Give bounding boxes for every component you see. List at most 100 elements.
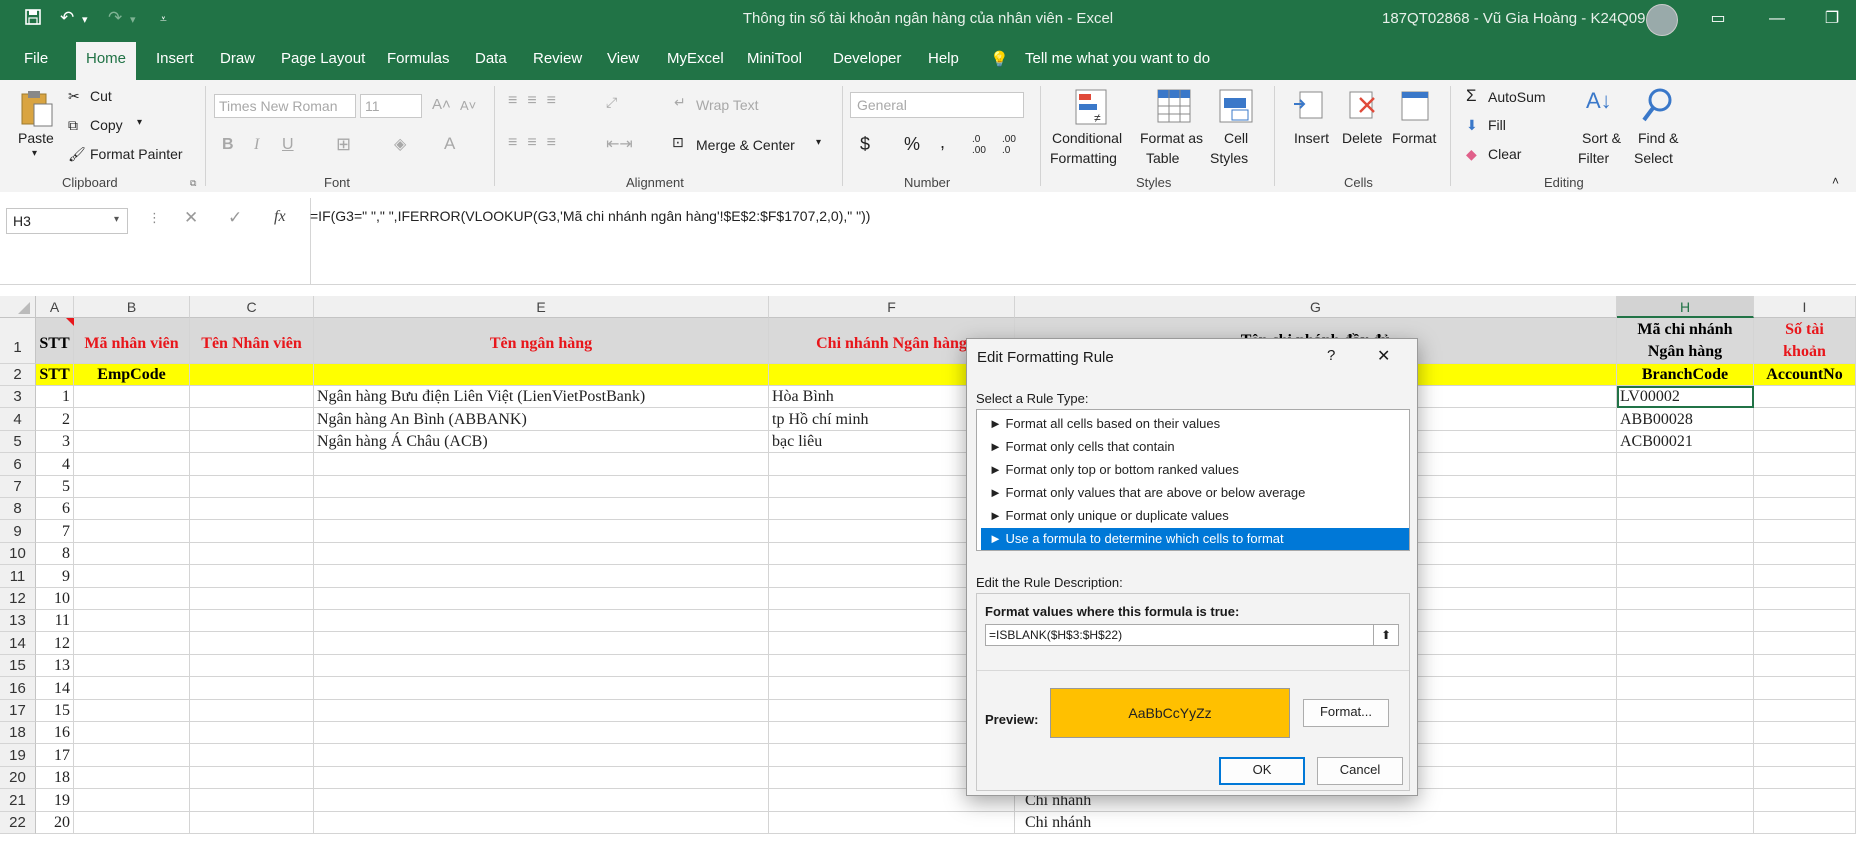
cell-bank-name[interactable] (314, 610, 769, 632)
select-all-corner[interactable] (0, 296, 36, 318)
cell-branch-code[interactable] (1617, 700, 1754, 722)
cell-emp-name[interactable] (190, 386, 314, 408)
cell-account-no[interactable] (1754, 520, 1856, 543)
format-as-table-icon[interactable] (1156, 88, 1192, 129)
cell-account-no[interactable] (1754, 476, 1856, 498)
insert-cells-icon[interactable] (1292, 88, 1326, 127)
collapse-ribbon-icon[interactable]: ˄ (1832, 174, 1839, 188)
cell-emp-name[interactable] (190, 767, 314, 789)
cell-account-no[interactable] (1754, 498, 1856, 520)
cell-stt[interactable]: 4 (36, 453, 74, 476)
row-header[interactable]: 11 (0, 565, 36, 588)
tab-view[interactable]: View (607, 50, 639, 67)
cell-branch-code[interactable] (1617, 543, 1754, 565)
cut-icon[interactable]: ✂ (68, 88, 80, 105)
fill-color-icon[interactable]: ◈ (394, 134, 406, 154)
conditional-formatting-button[interactable]: Conditional (1052, 130, 1122, 146)
cell-emp-code[interactable] (74, 677, 190, 700)
indent-icons[interactable]: ⇤⇥ (606, 134, 633, 154)
cell-styles-button[interactable]: Cell (1224, 130, 1248, 146)
cell-emp-name[interactable] (190, 588, 314, 610)
cell-account-no[interactable] (1754, 767, 1856, 789)
cell-branch-code[interactable] (1617, 722, 1754, 744)
number-format-select[interactable]: General (850, 92, 1024, 118)
cell-stt[interactable]: 16 (36, 722, 74, 744)
formula-field[interactable]: =ISBLANK($H$3:$H$22) ⬆ (985, 624, 1399, 646)
paste-icon[interactable] (18, 88, 54, 131)
cell-branch-code[interactable] (1617, 610, 1754, 632)
cell-branch-code[interactable] (1617, 476, 1754, 498)
cell-bank-name[interactable] (314, 543, 769, 565)
cell-branch-code[interactable] (1617, 812, 1754, 834)
cell-account-no[interactable] (1754, 789, 1856, 812)
increase-decimal-icon[interactable]: .0.00 (972, 134, 986, 156)
autosum-icon[interactable]: Σ (1466, 86, 1477, 106)
help-button[interactable]: ? (1327, 347, 1335, 364)
tab-review[interactable]: Review (533, 50, 582, 67)
tab-minitool[interactable]: MiniTool (747, 50, 802, 67)
format-as-table-button[interactable]: Format as (1140, 130, 1203, 146)
insert-button[interactable]: Insert (1294, 130, 1329, 146)
row-header[interactable]: 18 (0, 722, 36, 744)
cell-stt[interactable]: 17 (36, 744, 74, 767)
cell-account-no[interactable] (1754, 744, 1856, 767)
cell-branch-code[interactable] (1617, 588, 1754, 610)
ribbon-display-options-icon[interactable]: ▭ (1696, 6, 1740, 32)
minimize-icon[interactable]: — (1755, 6, 1799, 32)
cell-bank-name[interactable] (314, 476, 769, 498)
cell-emp-name[interactable] (190, 431, 314, 453)
format-button[interactable]: Format... (1303, 699, 1389, 727)
conditional-formatting-icon[interactable]: ≠ (1074, 88, 1110, 129)
sort-filter-button[interactable]: Sort & (1582, 130, 1621, 146)
clipboard-launcher-icon[interactable]: ⧉ (190, 178, 196, 189)
bold-icon[interactable]: B (222, 136, 234, 154)
cell-bank-name[interactable] (314, 520, 769, 543)
cell-emp-code[interactable] (74, 588, 190, 610)
row-header[interactable]: 13 (0, 610, 36, 632)
cell-full-branch[interactable]: Chi nhánh (1015, 812, 1617, 834)
rule-type-item[interactable]: ► Format only cells that contain (981, 436, 1409, 458)
cell-account-no[interactable] (1754, 812, 1856, 834)
cell-emp-name[interactable] (190, 722, 314, 744)
cell-emp-name[interactable] (190, 677, 314, 700)
row-header[interactable]: 16 (0, 677, 36, 700)
header-cell-name[interactable]: Tên Nhân viên (190, 318, 314, 364)
cell-emp-name[interactable] (190, 789, 314, 812)
cell-emp-code[interactable] (74, 431, 190, 453)
cell-branch-code[interactable] (1617, 520, 1754, 543)
merge-center-button[interactable]: Merge & Center (696, 137, 795, 153)
cell-emp-code[interactable] (74, 520, 190, 543)
row-header[interactable]: 3 (0, 386, 36, 408)
cell-branch-code[interactable] (1617, 498, 1754, 520)
cell-emp-code[interactable] (74, 789, 190, 812)
horizontal-align-icons[interactable]: ≡≡≡ (508, 134, 566, 152)
cell-styles-label-2[interactable]: Styles (1210, 150, 1248, 166)
cell-emp-code[interactable] (74, 700, 190, 722)
rule-type-item[interactable]: ► Format only values that are above or b… (981, 482, 1409, 504)
wrap-text-icon[interactable]: ↵ (674, 94, 686, 111)
row-header[interactable]: 20 (0, 767, 36, 789)
row-header[interactable]: 17 (0, 700, 36, 722)
name-box-dropdown-icon[interactable]: ▾ (114, 214, 119, 225)
cell-emp-name[interactable] (190, 476, 314, 498)
cell-emp-name[interactable] (190, 520, 314, 543)
delete-button[interactable]: Delete (1342, 130, 1382, 146)
row-header[interactable]: 19 (0, 744, 36, 767)
cell-stt[interactable]: 13 (36, 655, 74, 677)
cell-bank-name[interactable] (314, 789, 769, 812)
tab-file[interactable]: File (24, 50, 48, 67)
tab-developer[interactable]: Developer (833, 50, 901, 67)
cell-branch-code[interactable] (1617, 453, 1754, 476)
tell-me-search[interactable]: Tell me what you want to do (1025, 50, 1210, 67)
cell-stt[interactable]: 10 (36, 588, 74, 610)
merge-dropdown-icon[interactable]: ▾ (816, 137, 821, 148)
cell-stt[interactable]: 18 (36, 767, 74, 789)
row-header[interactable]: 4 (0, 408, 36, 431)
cell-stt[interactable]: 8 (36, 543, 74, 565)
cell-emp-name[interactable] (190, 543, 314, 565)
sort-filter-label-2[interactable]: Filter (1578, 150, 1609, 166)
cell-stt[interactable]: 1 (36, 386, 74, 408)
cell-bank-name[interactable] (314, 632, 769, 655)
cell-emp-code[interactable] (74, 655, 190, 677)
cell-branch-code[interactable] (1617, 677, 1754, 700)
